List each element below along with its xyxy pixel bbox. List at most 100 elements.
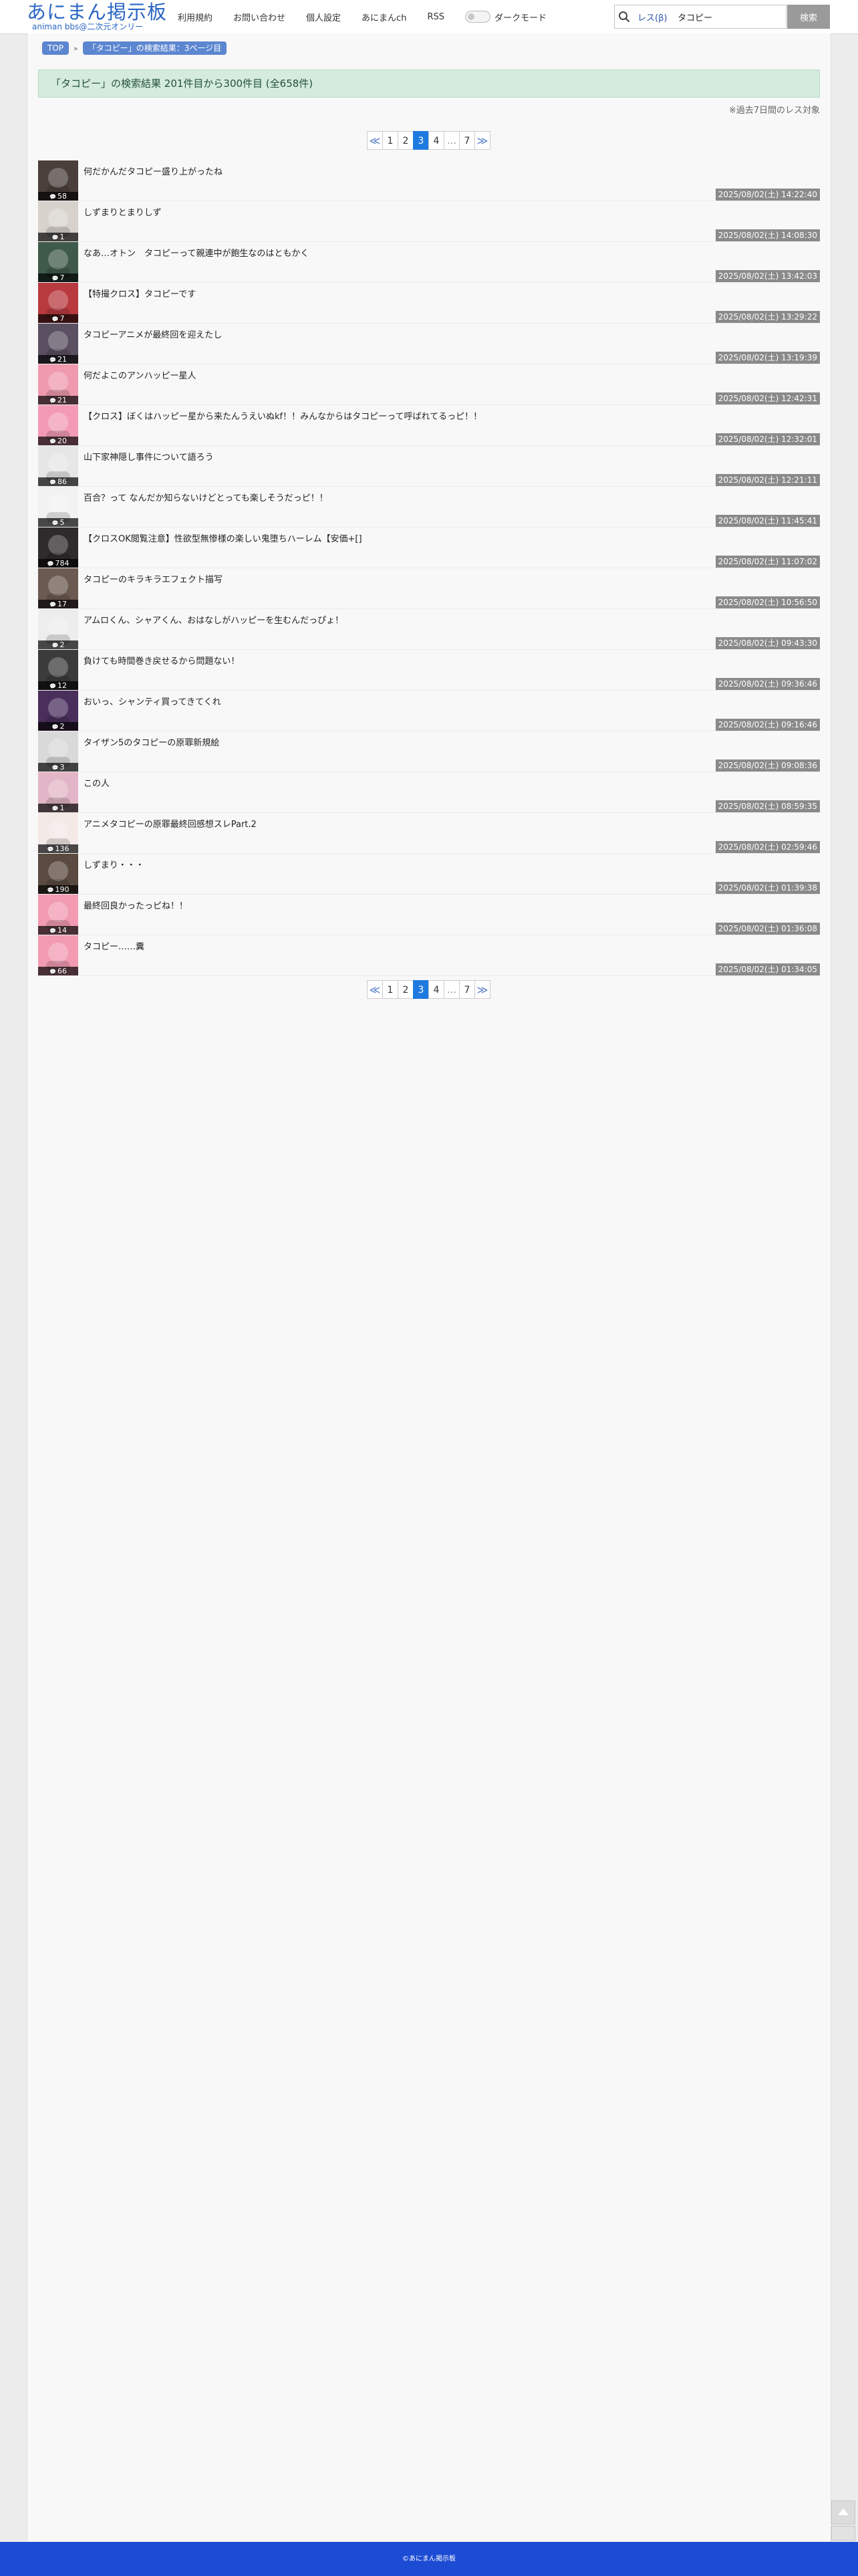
page-7[interactable]: 7: [459, 131, 475, 150]
thread-row[interactable]: 💬 21 タコピーアニメが最終回を迎えたし 2025/08/02(土) 13:19:3…: [38, 324, 820, 364]
thread-title-link[interactable]: なあ…オトン タコピーって親連中が飽生なのはともかく: [84, 246, 309, 259]
breadcrumb-top[interactable]: TOP: [42, 41, 69, 55]
site-logo[interactable]: あにまん掲示板 animan bbs@二次元オンリー: [27, 1, 167, 32]
thread-thumbnail[interactable]: 💬 66: [38, 935, 78, 975]
breadcrumb-current[interactable]: 「タコピー」の検索結果：3ページ目: [82, 41, 227, 55]
thread-thumbnail[interactable]: 💬 1: [38, 201, 78, 241]
thread-title-link[interactable]: 負けても時間巻き戻せるから問題ない！: [84, 654, 239, 667]
page-1[interactable]: 1: [382, 980, 398, 999]
thread-thumbnail[interactable]: 💬 20: [38, 405, 78, 445]
nav-settings[interactable]: 個人設定: [306, 11, 341, 23]
thread-row[interactable]: 💬 136 アニメタコピーの原罪最終回感想スレPart.2 2025/08/02(土)…: [38, 813, 820, 854]
thread-row[interactable]: 💬 21 何だよこのアンハッピー星人 2025/08/02(土) 12:42:31: [38, 364, 820, 405]
thread-row[interactable]: 💬 86 山下家神隠し事件について語ろう 2025/08/02(土) 12:21:11: [38, 446, 820, 487]
nav-contact[interactable]: お問い合わせ: [233, 11, 285, 23]
nav-terms[interactable]: 利用規約: [178, 11, 212, 23]
page-3-current[interactable]: 3: [413, 980, 429, 999]
thread-thumbnail[interactable]: 💬 5: [38, 487, 78, 527]
thread-row[interactable]: 💬 2 おいっ、シャンティ買ってきてくれ 2025/08/02(土) 09:16:46: [38, 691, 820, 731]
thread-title-link[interactable]: 【特撮クロス】タコピーです: [84, 287, 196, 300]
page-7[interactable]: 7: [459, 980, 475, 999]
thread-thumbnail[interactable]: 💬 2: [38, 609, 78, 649]
thread-thumbnail[interactable]: 💬 21: [38, 364, 78, 404]
page-4[interactable]: 4: [428, 980, 444, 999]
pagination-next[interactable]: ≫: [474, 131, 490, 150]
pagination-next[interactable]: ≫: [474, 980, 490, 999]
thread-row[interactable]: 💬 14 最終回良かったっピね！！ 2025/08/02(土) 01:36:08: [38, 895, 820, 935]
thread-title-link[interactable]: しずまりとまりしず: [84, 205, 161, 218]
thread-row[interactable]: 💬 1 この人 2025/08/02(土) 08:59:35: [38, 772, 820, 813]
thread-row[interactable]: 💬 7 【特撮クロス】タコピーです 2025/08/02(土) 13:29:22: [38, 283, 820, 324]
thread-row[interactable]: 💬 2 アムロくん、シャアくん、おはなしがハッピーを生むんだっぴょ！ 2025/08/…: [38, 609, 820, 650]
toggle-switch[interactable]: [464, 11, 490, 23]
thread-title-link[interactable]: タコピーのキラキラエフェクト描写: [84, 572, 223, 585]
thread-title-link[interactable]: 最終回良かったっピね！！: [84, 899, 188, 911]
thread-row[interactable]: 💬 190 しずまり・・・ 2025/08/02(土) 01:39:38: [38, 854, 820, 895]
thread-title-link[interactable]: タコピー……糞: [84, 939, 144, 952]
comment-icon: 💬: [51, 316, 59, 322]
thread-thumbnail[interactable]: 💬 784: [38, 528, 78, 568]
thread-title-link[interactable]: アニメタコピーの原罪最終回感想スレPart.2: [84, 817, 257, 830]
thread-thumbnail[interactable]: 💬 1: [38, 772, 78, 812]
nav-animan-ch[interactable]: あにまんch: [362, 11, 406, 23]
thread-row[interactable]: 💬 7 なあ…オトン タコピーって親連中が飽生なのはともかく 2025/08/02(土…: [38, 242, 820, 283]
page-2[interactable]: 2: [398, 131, 414, 150]
page-1[interactable]: 1: [382, 131, 398, 150]
thread-title-link[interactable]: アムロくん、シャアくん、おはなしがハッピーを生むんだっぴょ！: [84, 613, 343, 626]
logo-title[interactable]: あにまん掲示板: [27, 1, 167, 23]
thread-thumbnail[interactable]: 💬 17: [38, 568, 78, 608]
search-scope-select[interactable]: レス(β): [637, 11, 675, 23]
reply-count-badge: 💬 21: [38, 396, 78, 404]
thread-title-link[interactable]: 何だよこのアンハッピー星人: [84, 368, 196, 381]
thread-title-link[interactable]: しずまり・・・: [84, 858, 144, 870]
thread-title-link[interactable]: タイザン5のタコピーの原罪新規絵: [84, 735, 219, 748]
thread-row[interactable]: 💬 20 【クロス】ぼくはハッピー星から来たんうえいぬkf！！みんなからはタコピーっ…: [38, 405, 820, 446]
reply-count-badge: 💬 190: [38, 885, 78, 894]
thread-thumbnail[interactable]: 💬 58: [38, 160, 78, 201]
scroll-to-bottom-button[interactable]: [831, 2526, 855, 2541]
thread-title-link[interactable]: 【クロス】ぼくはハッピー星から来たんうえいぬkf！！みんなからはタコピーって呼ば…: [84, 409, 482, 422]
comment-icon: 💬: [49, 479, 56, 485]
thread-thumbnail[interactable]: 💬 7: [38, 242, 78, 282]
thread-thumbnail[interactable]: 💬 190: [38, 854, 78, 894]
thread-timestamp: 2025/08/02(土) 09:08:36: [715, 759, 820, 772]
thread-row[interactable]: 💬 17 タコピーのキラキラエフェクト描写 2025/08/02(土) 10:56:5…: [38, 568, 820, 609]
pagination-prev[interactable]: ≪: [367, 980, 383, 999]
thread-row[interactable]: 💬 58 何だかんだタコピー盛り上がったね 2025/08/02(土) 14:22:4…: [38, 160, 820, 201]
page-4[interactable]: 4: [428, 131, 444, 150]
reply-count: 58: [57, 192, 67, 201]
thread-row[interactable]: 💬 1 しずまりとまりしず 2025/08/02(土) 14:08:30: [38, 201, 820, 242]
thread-thumbnail[interactable]: 💬 86: [38, 446, 78, 486]
thread-thumbnail[interactable]: 💬 136: [38, 813, 78, 853]
comment-icon: 💬: [51, 806, 59, 812]
logo-subtitle[interactable]: animan bbs@二次元オンリー: [32, 23, 167, 31]
nav-rss[interactable]: RSS: [427, 12, 444, 22]
thread-title-link[interactable]: この人: [84, 776, 110, 789]
pagination-prev[interactable]: ≪: [367, 131, 383, 150]
dark-mode-toggle[interactable]: ダークモード: [464, 11, 547, 23]
thread-title-link[interactable]: おいっ、シャンティ買ってきてくれ: [84, 695, 221, 707]
search-input[interactable]: [675, 7, 780, 26]
search-button[interactable]: 検索: [787, 5, 830, 29]
thread-thumbnail[interactable]: 💬 14: [38, 895, 78, 935]
thread-title-link[interactable]: 山下家神隠し事件について語ろう: [84, 450, 214, 463]
thread-title-link[interactable]: タコピーアニメが最終回を迎えたし: [84, 328, 222, 340]
page-3-current[interactable]: 3: [413, 131, 429, 150]
thread-thumbnail[interactable]: 💬 2: [38, 691, 78, 731]
thread-thumbnail[interactable]: 💬 7: [38, 283, 78, 323]
thread-row[interactable]: 💬 66 タコピー……糞 2025/08/02(土) 01:34:05: [38, 935, 820, 976]
scroll-to-top-button[interactable]: [831, 2500, 855, 2525]
thread-row[interactable]: 💬 5 百合？って なんだか知らないけどとっても楽しそうだっピ！！ 2025/08/0…: [38, 487, 820, 528]
thread-thumbnail[interactable]: 💬 12: [38, 650, 78, 690]
thread-title-link[interactable]: 百合？って なんだか知らないけどとっても楽しそうだっピ！！: [84, 491, 328, 503]
thread-thumbnail[interactable]: 💬 3: [38, 731, 78, 772]
thread-title-link[interactable]: 何だかんだタコピー盛り上がったね: [84, 164, 223, 177]
thread-row[interactable]: 💬 12 負けても時間巻き戻せるから問題ない！ 2025/08/02(土) 09:36…: [38, 650, 820, 691]
thread-row[interactable]: 💬 3 タイザン5のタコピーの原罪新規絵 2025/08/02(土) 09:08:36: [38, 731, 820, 772]
thread-thumbnail[interactable]: 💬 21: [38, 324, 78, 364]
comment-icon: 💬: [51, 642, 59, 649]
page-2[interactable]: 2: [398, 980, 414, 999]
thread-row[interactable]: 💬 784 【クロスOK閲覧注意】性欲型無惨様の楽しい鬼堕ちハーレム【安価+[] 20…: [38, 528, 820, 568]
reply-count: 2: [59, 640, 65, 649]
thread-title-link[interactable]: 【クロスOK閲覧注意】性欲型無惨様の楽しい鬼堕ちハーレム【安価+[]: [84, 532, 362, 544]
